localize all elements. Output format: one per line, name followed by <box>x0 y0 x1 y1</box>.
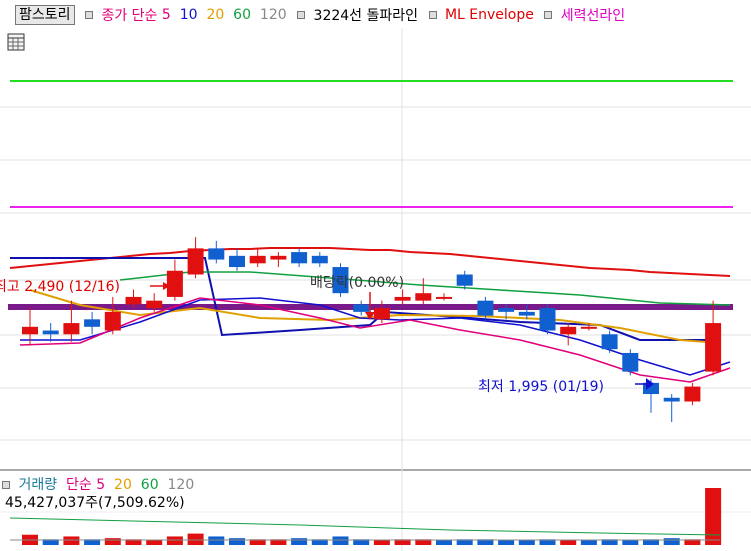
volume-bar <box>663 538 680 545</box>
volume-bar <box>146 540 163 545</box>
volume-total: 45,427,037주(7,509.62%) <box>5 495 185 511</box>
candle-body <box>518 311 535 316</box>
candle-body <box>705 323 722 372</box>
candle-body <box>229 255 245 268</box>
candle-body <box>63 323 80 335</box>
candle-body <box>601 334 618 350</box>
candle-body <box>42 330 59 335</box>
volume-bar <box>291 538 308 545</box>
volume-bar <box>208 536 225 545</box>
candle-body <box>622 352 639 372</box>
volume-bar <box>229 538 245 545</box>
volume-title: 거래량 <box>18 477 58 493</box>
candle-body <box>84 319 101 327</box>
candle-body <box>291 252 308 264</box>
candle-body <box>663 397 680 402</box>
volume-bar <box>63 536 80 545</box>
volume-bar <box>166 536 183 545</box>
volume-ma-120: 120 <box>167 477 195 493</box>
candle-body <box>539 308 556 331</box>
candle-body <box>270 255 287 260</box>
candle-body <box>436 296 452 299</box>
candle-body <box>580 326 597 329</box>
candle-body <box>187 248 204 275</box>
candle-body <box>498 308 515 312</box>
volume-legend: 거래량 단순 5 20 60 120 <box>2 474 194 494</box>
candle-body <box>311 255 328 264</box>
volume-ma-60: 60 <box>140 477 159 493</box>
low-annotation: 최저 1,995 (01/19) <box>478 379 605 395</box>
candle-body <box>166 270 183 297</box>
candle-body <box>104 311 121 331</box>
volume-bar <box>705 488 722 545</box>
candle-body <box>456 274 473 286</box>
volume-ma-label: 단순 <box>66 477 92 493</box>
candle-body <box>373 308 390 320</box>
volume-bar <box>622 540 639 545</box>
volume-bar <box>498 540 515 545</box>
volume-ma-5: 5 <box>96 477 106 493</box>
volume-bar <box>580 540 597 545</box>
candle-body <box>146 300 163 309</box>
candle-body <box>353 304 370 312</box>
volume-bar <box>332 536 349 545</box>
volume-ma-20: 20 <box>114 477 132 493</box>
high-annotation: 최고 2,490 (12/16) <box>0 279 121 295</box>
volume-bar <box>373 540 390 545</box>
candle-body <box>22 326 38 335</box>
volume-square-icon[interactable] <box>2 481 10 489</box>
candle-body <box>125 296 142 305</box>
candle-body <box>477 300 494 316</box>
candle-body <box>249 255 266 264</box>
volume-bar <box>560 540 577 545</box>
volume-bar <box>436 540 452 545</box>
volume-bar <box>518 540 535 545</box>
candle-body <box>415 293 432 301</box>
candle-body <box>394 296 411 301</box>
volume-bar <box>104 538 121 545</box>
dividend-annotation: 배당락(0.00%) <box>310 275 405 291</box>
candle-body <box>208 248 225 260</box>
candle-body <box>684 386 701 402</box>
volume-bar <box>187 533 204 545</box>
volume-ma60-line <box>9 517 721 536</box>
candle-body <box>560 326 577 335</box>
